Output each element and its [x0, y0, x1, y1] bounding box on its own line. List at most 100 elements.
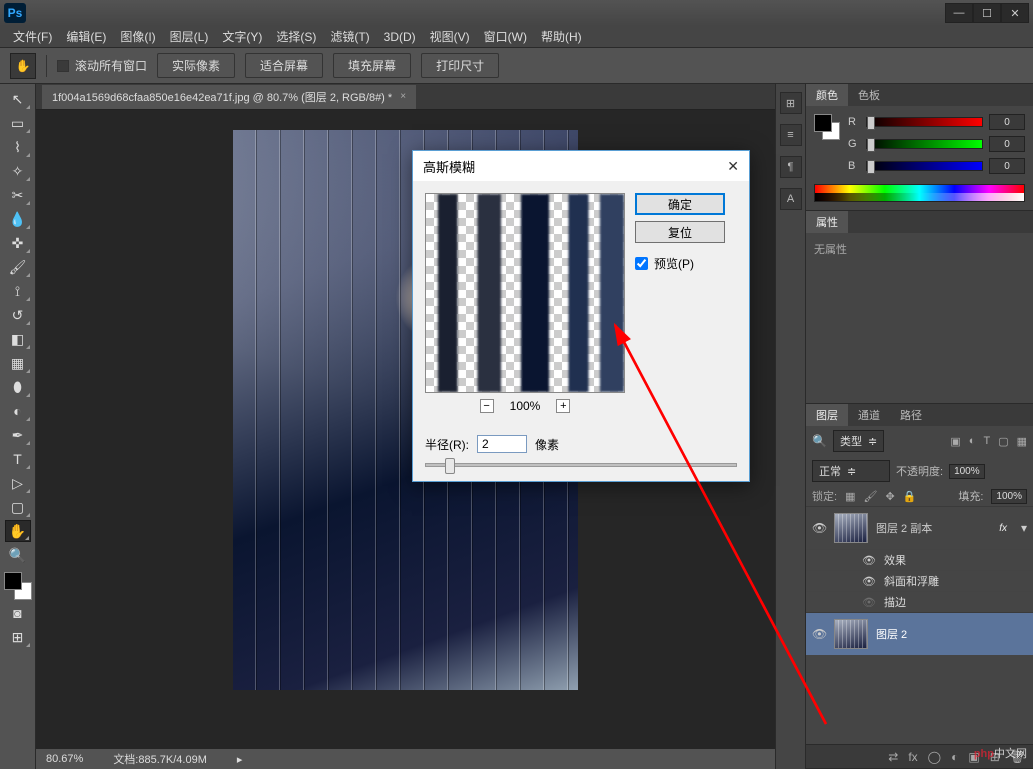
- green-slider[interactable]: [866, 139, 983, 149]
- collapsed-panel-4[interactable]: A: [780, 188, 802, 210]
- menu-layer[interactable]: 图层(L): [163, 26, 216, 47]
- restore-button[interactable]: ☐: [973, 3, 1001, 23]
- layer-row-copy[interactable]: 👁 图层 2 副本 fx ▾: [806, 506, 1033, 549]
- layers-tab[interactable]: 图层: [806, 404, 848, 426]
- menu-image[interactable]: 图像(I): [113, 26, 162, 47]
- menu-view[interactable]: 视图(V): [423, 26, 477, 47]
- ok-button[interactable]: 确定: [635, 193, 725, 215]
- healing-brush-tool[interactable]: ✜: [5, 232, 31, 254]
- filter-type-icon[interactable]: T: [983, 435, 990, 448]
- document-tab[interactable]: 1f004a1569d68cfaa850e16e42ea71f.jpg @ 80…: [42, 85, 416, 109]
- red-value[interactable]: 0: [989, 114, 1025, 130]
- menu-3d[interactable]: 3D(D): [377, 28, 423, 46]
- magic-wand-tool[interactable]: ✧: [5, 160, 31, 182]
- hand-tool-indicator[interactable]: ✋: [10, 53, 36, 79]
- lock-pixels-icon[interactable]: 🖌: [863, 490, 877, 503]
- radius-input[interactable]: [477, 435, 527, 453]
- clone-stamp-tool[interactable]: ⟟: [5, 280, 31, 302]
- bevel-effect-row[interactable]: 👁 斜面和浮雕: [806, 570, 1033, 591]
- actual-pixels-button[interactable]: 实际像素: [157, 53, 235, 78]
- blur-preview[interactable]: [425, 193, 625, 393]
- red-slider[interactable]: [866, 117, 983, 127]
- visibility-icon[interactable]: 👁: [862, 554, 876, 567]
- color-spectrum[interactable]: [814, 184, 1025, 202]
- lock-all-icon[interactable]: 🔒: [903, 490, 917, 503]
- marquee-tool[interactable]: ▭: [5, 112, 31, 134]
- blur-tool[interactable]: ⬮: [5, 376, 31, 398]
- slider-thumb[interactable]: [445, 458, 455, 474]
- adjustment-layer-icon[interactable]: ◐: [951, 750, 958, 764]
- fill-value[interactable]: 100%: [991, 489, 1027, 504]
- filter-shape-icon[interactable]: ▢: [998, 435, 1008, 448]
- fit-screen-button[interactable]: 适合屏幕: [245, 53, 323, 78]
- color-tab[interactable]: 颜色: [806, 84, 848, 106]
- collapsed-panel-2[interactable]: ≡: [780, 124, 802, 146]
- foreground-color-swatch[interactable]: [4, 572, 22, 590]
- visibility-icon[interactable]: 👁: [812, 627, 826, 641]
- dialog-title-bar[interactable]: 高斯模糊 ✕: [413, 151, 749, 181]
- filter-adjust-icon[interactable]: ◐: [969, 435, 976, 448]
- status-chevron-icon[interactable]: ▸: [237, 753, 243, 766]
- close-window-button[interactable]: ✕: [1001, 3, 1029, 23]
- dodge-tool[interactable]: ◐: [5, 400, 31, 422]
- checkbox-icon[interactable]: [635, 257, 648, 270]
- layer-thumbnail[interactable]: [834, 513, 868, 543]
- filter-smart-icon[interactable]: ▦: [1017, 435, 1027, 448]
- dialog-close-icon[interactable]: ✕: [727, 158, 739, 175]
- minimize-button[interactable]: —: [945, 3, 973, 23]
- move-tool[interactable]: ↖: [5, 88, 31, 110]
- layer-style-icon[interactable]: fx: [908, 750, 917, 764]
- visibility-icon[interactable]: 👁: [862, 575, 876, 588]
- zoom-tool[interactable]: 🔍: [5, 544, 31, 566]
- print-size-button[interactable]: 打印尺寸: [421, 53, 499, 78]
- blend-mode-dropdown[interactable]: 正常 ≑: [812, 460, 890, 482]
- lasso-tool[interactable]: ⌇: [5, 136, 31, 158]
- shape-tool[interactable]: ▢: [5, 496, 31, 518]
- radius-slider[interactable]: [425, 463, 737, 467]
- reset-button[interactable]: 复位: [635, 221, 725, 243]
- fx-badge[interactable]: fx: [999, 523, 1013, 534]
- eraser-tool[interactable]: ◧: [5, 328, 31, 350]
- paths-tab[interactable]: 路径: [890, 404, 932, 426]
- swatches-tab[interactable]: 色板: [848, 84, 890, 106]
- blue-slider[interactable]: [866, 161, 983, 171]
- blue-value[interactable]: 0: [989, 158, 1025, 174]
- effects-row[interactable]: 👁 效果: [806, 549, 1033, 570]
- menu-help[interactable]: 帮助(H): [534, 26, 589, 47]
- brush-tool[interactable]: 🖌: [5, 256, 31, 278]
- lock-position-icon[interactable]: ✥: [885, 490, 894, 503]
- layer-row-2[interactable]: 👁 图层 2: [806, 612, 1033, 655]
- menu-filter[interactable]: 滤镜(T): [323, 26, 376, 47]
- menu-file[interactable]: 文件(F): [6, 26, 59, 47]
- visibility-icon[interactable]: 👁: [812, 521, 826, 535]
- zoom-in-button[interactable]: +: [556, 399, 570, 413]
- layer-thumbnail[interactable]: [834, 619, 868, 649]
- gradient-tool[interactable]: ▦: [5, 352, 31, 374]
- pen-tool[interactable]: ✒: [5, 424, 31, 446]
- filter-type-dropdown[interactable]: 类型 ≑: [833, 430, 884, 452]
- opacity-value[interactable]: 100%: [949, 464, 985, 479]
- zoom-out-button[interactable]: −: [480, 399, 494, 413]
- stroke-effect-row[interactable]: 👁 描边: [806, 591, 1033, 612]
- hand-tool[interactable]: ✋: [5, 520, 31, 542]
- menu-edit[interactable]: 编辑(E): [59, 26, 113, 47]
- type-tool[interactable]: T: [5, 448, 31, 470]
- path-select-tool[interactable]: ▷: [5, 472, 31, 494]
- menu-type[interactable]: 文字(Y): [215, 26, 269, 47]
- screen-mode-toggle[interactable]: ⊞: [5, 626, 31, 648]
- color-mini-swatches[interactable]: [814, 114, 840, 140]
- zoom-percent[interactable]: 80.67%: [46, 753, 83, 765]
- menu-window[interactable]: 窗口(W): [477, 26, 534, 47]
- close-tab-icon[interactable]: ×: [400, 91, 406, 102]
- menu-select[interactable]: 选择(S): [269, 26, 323, 47]
- preview-checkbox[interactable]: 预览(P): [635, 255, 737, 272]
- link-layers-icon[interactable]: ⇄: [888, 750, 898, 764]
- lock-transparency-icon[interactable]: ▦: [845, 490, 855, 503]
- channels-tab[interactable]: 通道: [848, 404, 890, 426]
- color-swatches[interactable]: [4, 572, 32, 600]
- visibility-icon[interactable]: 👁: [862, 596, 876, 609]
- filter-pixel-icon[interactable]: ▣: [950, 435, 960, 448]
- layer-mask-icon[interactable]: ◯: [928, 750, 941, 764]
- quick-mask-toggle[interactable]: ◙: [5, 602, 31, 624]
- fg-swatch-icon[interactable]: [814, 114, 832, 132]
